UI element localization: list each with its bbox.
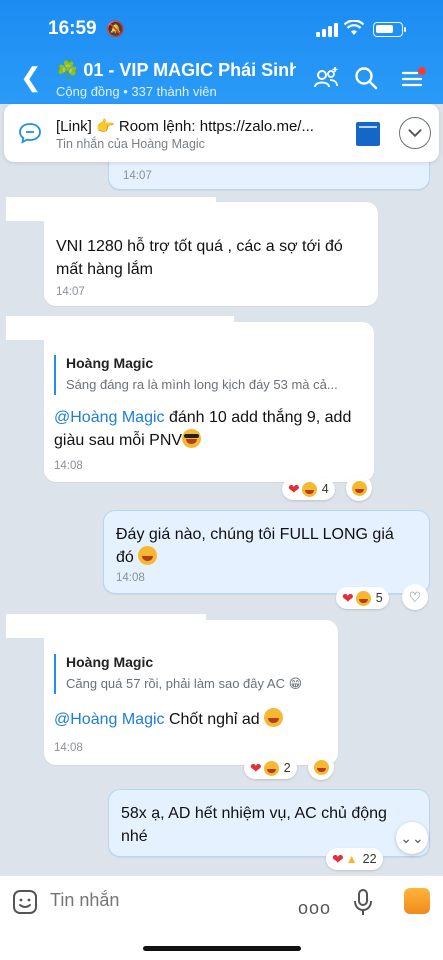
message-text: @Hoàng Magic đánh 10 add thắng 9, add gi… bbox=[54, 406, 354, 452]
thumbs-up-icon: ▲ bbox=[345, 852, 358, 866]
heart-icon: ❤ bbox=[342, 589, 354, 606]
reaction-summary[interactable]: ❤ 2 bbox=[244, 757, 297, 779]
menu-list-icon[interactable] bbox=[399, 64, 427, 92]
message-time: 14:07 bbox=[123, 170, 152, 182]
message-input[interactable] bbox=[50, 890, 250, 911]
status-time: 16:59 bbox=[48, 18, 97, 39]
heart-icon: ❤ bbox=[288, 480, 300, 497]
mention-link[interactable]: @Hoàng Magic bbox=[54, 711, 165, 728]
pinned-message-bar[interactable]: [Link] 👉 Room lệnh: https://zalo.me/... … bbox=[4, 104, 439, 162]
bell-muted-icon: 🔕 bbox=[106, 21, 125, 38]
image-picker-icon[interactable] bbox=[404, 888, 430, 914]
like-button[interactable]: ♡ bbox=[402, 584, 428, 610]
message-body: Đáy giá nào, chúng tôi FULL LONG giá đó bbox=[116, 526, 394, 566]
reaction-count: 5 bbox=[375, 591, 383, 605]
message-bubble[interactable]: VNI 1280 hỗ trợ tốt quá , các a sợ tới đ… bbox=[44, 202, 378, 306]
quote-author: Hoàng Magic bbox=[66, 654, 154, 670]
quoted-reply[interactable]: Hoàng Magic Căng quá 57 rồi, phải làm sa… bbox=[54, 654, 324, 694]
pinned-message-subtitle: Tin nhắn của Hoàng Magic bbox=[56, 137, 205, 151]
scroll-to-bottom-button[interactable]: ⌄⌄ bbox=[396, 822, 428, 854]
laugh-emoji-icon bbox=[301, 481, 317, 497]
reaction-count: 22 bbox=[362, 852, 377, 866]
react-button[interactable] bbox=[346, 475, 372, 501]
chevron-double-down-icon: ⌄⌄ bbox=[400, 829, 424, 846]
battery-icon bbox=[373, 22, 406, 37]
message-time: 14:08 bbox=[116, 572, 145, 584]
wifi-icon bbox=[344, 20, 364, 35]
message-bubble[interactable]: Hoàng Magic Căng quá 57 rồi, phải làm sa… bbox=[44, 620, 338, 765]
message-body: Chốt nghỉ ad bbox=[164, 711, 265, 728]
chat-subtitle: Cộng đồng • 337 thành viên bbox=[56, 84, 217, 99]
chat-header: 16:59 🔕 ❮ ☘️ 01 - VIP MAGIC Phái Sinh Cộ… bbox=[0, 0, 443, 104]
cellular-signal-icon bbox=[316, 23, 338, 37]
laugh-emoji-icon bbox=[355, 590, 371, 606]
pinned-message-title: [Link] 👉 Room lệnh: https://zalo.me/... bbox=[56, 118, 314, 135]
sunglasses-emoji-icon bbox=[182, 429, 202, 448]
laugh-emoji-icon bbox=[263, 760, 279, 776]
group-members-icon[interactable] bbox=[312, 64, 340, 92]
message-bubble-own[interactable]: 58x ạ, AD hết nhiệm vụ, AC chủ động nhé bbox=[108, 789, 430, 857]
message-text: @Hoàng Magic Chốt nghỉ ad bbox=[54, 708, 324, 731]
link-thumbnail bbox=[356, 122, 380, 146]
heart-icon: ❤ bbox=[250, 759, 262, 776]
grin-emoji-icon bbox=[138, 546, 158, 565]
status-bar: 16:59 🔕 bbox=[0, 0, 443, 50]
microphone-icon[interactable] bbox=[352, 888, 374, 918]
sticker-icon[interactable] bbox=[12, 889, 38, 915]
message-text: 58x ạ, AD hết nhiệm vụ, AC chủ động nhé bbox=[121, 805, 387, 845]
heart-icon: ❤ bbox=[332, 850, 344, 867]
chat-bubble-icon bbox=[19, 123, 41, 144]
chat-title[interactable]: ☘️ 01 - VIP MAGIC Phái Sinh bbox=[56, 60, 296, 81]
heart-outline-icon: ♡ bbox=[408, 588, 422, 605]
message-time: 14:07 bbox=[56, 286, 85, 298]
more-options-icon[interactable]: ooo bbox=[298, 898, 331, 919]
message-time: 14:08 bbox=[54, 742, 83, 754]
reaction-count: 4 bbox=[321, 482, 329, 496]
reaction-summary[interactable]: ❤ ▲ 22 bbox=[326, 848, 383, 870]
quote-author: Hoàng Magic bbox=[66, 355, 154, 371]
search-icon[interactable] bbox=[352, 64, 380, 92]
back-button[interactable]: ❮ bbox=[20, 64, 42, 90]
message-composer: ooo bbox=[0, 875, 443, 960]
message-text: VNI 1280 hỗ trợ tốt quá , các a sợ tới đ… bbox=[56, 238, 343, 278]
message-time: 14:08 bbox=[54, 460, 83, 472]
chevron-down-icon[interactable] bbox=[399, 117, 431, 149]
laugh-emoji-icon bbox=[313, 759, 329, 775]
grin-emoji-icon bbox=[264, 708, 284, 727]
message-bubble-own[interactable]: Đáy giá nào, chúng tôi FULL LONG giá đó … bbox=[103, 510, 430, 594]
home-indicator bbox=[143, 946, 301, 951]
quote-text: Căng quá 57 rồi, phải làm sao đây AC 😁 bbox=[66, 676, 303, 691]
quoted-reply[interactable]: Hoàng Magic Sáng đáng ra là mình long kị… bbox=[54, 355, 354, 395]
react-button[interactable] bbox=[308, 754, 334, 780]
reaction-summary[interactable]: ❤ 4 bbox=[282, 478, 335, 500]
reaction-summary[interactable]: ❤ 5 bbox=[336, 587, 389, 609]
quote-text: Sáng đáng ra là mình long kịch đáy 53 mà… bbox=[66, 377, 338, 392]
message-bubble[interactable]: Hoàng Magic Sáng đáng ra là mình long kị… bbox=[44, 322, 374, 482]
message-text: Đáy giá nào, chúng tôi FULL LONG giá đó bbox=[116, 523, 416, 569]
laugh-emoji-icon bbox=[351, 480, 367, 496]
reaction-count: 2 bbox=[283, 761, 291, 775]
mention-link[interactable]: @Hoàng Magic bbox=[54, 409, 165, 426]
